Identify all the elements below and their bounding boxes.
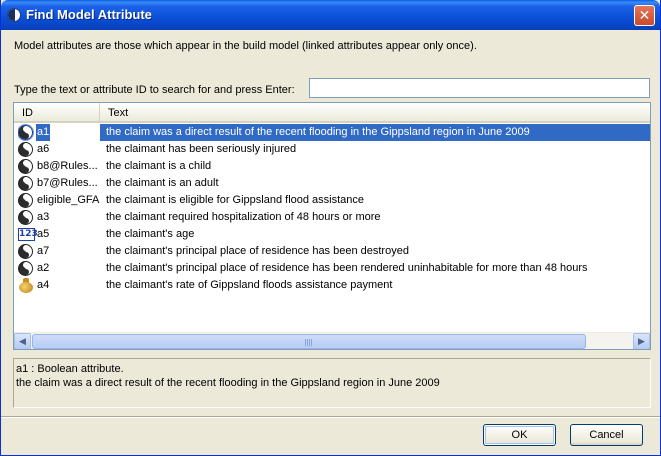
column-header-id[interactable]: ID [14, 103, 100, 123]
cell-id: 123 a5 [18, 226, 100, 243]
attribute-list[interactable]: ID Text a1 the claim was a direct result … [13, 102, 651, 350]
info-text-line: the claim was a direct result of the rec… [16, 377, 440, 389]
boolean-icon [18, 193, 33, 208]
attribute-text: the claimant's age [106, 228, 195, 240]
scroll-right-button[interactable]: ▶ [633, 333, 650, 349]
boolean-icon [18, 159, 33, 174]
currency-icon [19, 278, 33, 293]
attribute-id: a1 [36, 124, 51, 141]
list-row-a3[interactable]: a3 the claimant required hospitalization … [14, 209, 650, 226]
scroll-left-icon: ◀ [19, 336, 26, 346]
attribute-id: a6 [37, 143, 50, 155]
scroll-left-button[interactable]: ◀ [14, 333, 31, 349]
cell-id: b8@Rules... [18, 158, 100, 175]
attribute-text: the claimant's rate of Gippsland floods … [106, 279, 393, 291]
boolean-icon [18, 210, 33, 225]
attribute-text: the claimant is eligible for Gippsland f… [106, 194, 365, 206]
attribute-id: a2 [37, 262, 50, 274]
attribute-id: a5 [37, 228, 50, 240]
app-icon [7, 8, 21, 22]
list-rows: a1 the claim was a direct result of the r… [14, 124, 650, 294]
description-text: Model attributes are those which appear … [14, 40, 477, 52]
attribute-text: the claimant's principal place of reside… [106, 245, 409, 257]
cell-id: a4 [18, 277, 100, 294]
horizontal-scrollbar[interactable]: ◀ ▶ [14, 332, 650, 349]
cell-id: a1 [18, 124, 100, 141]
attribute-id: a4 [37, 279, 50, 291]
attribute-text: the claimant is a child [106, 160, 212, 172]
close-icon: ✕ [638, 7, 651, 23]
attribute-text: the claim was a direct result of the rec… [100, 124, 650, 141]
attribute-id: b8@Rules... [37, 160, 98, 172]
boolean-icon [18, 261, 33, 276]
cell-id: a6 [18, 141, 100, 158]
scroll-thumb[interactable] [32, 334, 586, 349]
search-input[interactable] [309, 78, 650, 98]
window-title: Find Model Attribute [26, 7, 152, 22]
attribute-id: b7@Rules... [37, 177, 98, 189]
boolean-icon [18, 125, 33, 140]
attribute-id: eligible_GFA [37, 194, 100, 206]
attribute-id: a7 [37, 245, 50, 257]
search-label: Type the text or attribute ID to search … [14, 84, 295, 96]
ok-button[interactable]: OK [483, 424, 556, 446]
cell-id: b7@Rules... [18, 175, 100, 192]
cell-id: a7 [18, 243, 100, 260]
attribute-text: the claimant required hospitalization of… [106, 211, 381, 223]
boolean-icon [18, 176, 33, 191]
list-row-a7[interactable]: a7 the claimant's principal place of resi… [14, 243, 650, 260]
number-icon: 123 [18, 228, 38, 241]
attribute-text: the claimant has been seriously injured [106, 143, 297, 155]
attribute-info-panel: a1 : Boolean attribute. the claim was a … [13, 358, 651, 408]
attribute-text: the claimant's principal place of reside… [106, 262, 588, 274]
list-row-a1[interactable]: a1 the claim was a direct result of the r… [14, 124, 650, 141]
column-header-text[interactable]: Text [100, 103, 650, 123]
title-bar[interactable]: Find Model Attribute ✕ [1, 0, 660, 30]
list-row-eligible_GFA[interactable]: eligible_GFA the claimant is eligible for… [14, 192, 650, 209]
attribute-text: the claimant is an adult [106, 177, 219, 189]
cancel-button[interactable]: Cancel [570, 424, 643, 446]
attribute-id: a3 [37, 211, 50, 223]
list-row-a5[interactable]: 123 a5 the claimant's age [14, 226, 650, 243]
list-row-a2[interactable]: a2 the claimant's principal place of resi… [14, 260, 650, 277]
cell-id: a2 [18, 260, 100, 277]
cell-id: eligible_GFA [18, 192, 100, 209]
list-row-b8Rules[interactable]: b8@Rules... the claimant is a child [14, 158, 650, 175]
close-button[interactable]: ✕ [634, 5, 655, 26]
boolean-icon [18, 142, 33, 157]
list-row-a6[interactable]: a6 the claimant has been seriously injure… [14, 141, 650, 158]
info-type-line: a1 : Boolean attribute. [16, 363, 124, 375]
cell-id: a3 [18, 209, 100, 226]
scroll-right-icon: ▶ [638, 336, 645, 346]
list-row-a4[interactable]: a4 the claimant's rate of Gippsland flood… [14, 277, 650, 294]
boolean-icon [18, 244, 33, 259]
grip-icon [305, 339, 313, 346]
find-model-attribute-dialog: Find Model Attribute ✕ Model attributes … [0, 0, 661, 456]
list-row-b7Rules[interactable]: b7@Rules... the claimant is an adult [14, 175, 650, 192]
divider [1, 416, 660, 418]
list-header: ID Text [14, 103, 650, 123]
